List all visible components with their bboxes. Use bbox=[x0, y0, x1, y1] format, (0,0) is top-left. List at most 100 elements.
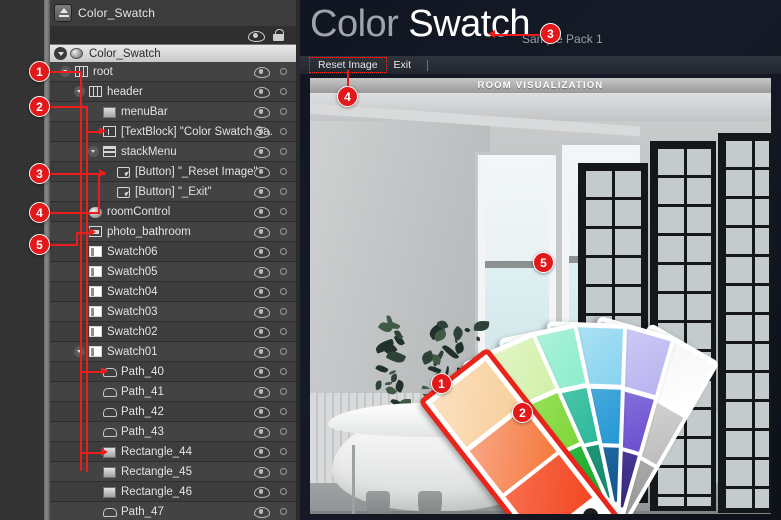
marker-4[interactable]: 4 bbox=[29, 202, 50, 223]
marker-title-3[interactable]: 3 bbox=[540, 23, 561, 44]
lock-toggle-icon[interactable] bbox=[280, 328, 287, 335]
layer-row[interactable]: Rectangle_46 bbox=[50, 482, 296, 502]
lock-toggle-icon[interactable] bbox=[280, 68, 287, 75]
lock-toggle-icon[interactable] bbox=[280, 148, 287, 155]
lock-toggle-icon[interactable] bbox=[280, 408, 287, 415]
lock-toggle-icon[interactable] bbox=[280, 88, 287, 95]
lock-toggle-icon[interactable] bbox=[280, 448, 287, 455]
lock-toggle-icon[interactable] bbox=[280, 308, 287, 315]
callout-spine-1 bbox=[80, 71, 82, 471]
callout-line-1 bbox=[50, 71, 82, 73]
lock-icon[interactable] bbox=[273, 29, 284, 41]
twisty-none-icon[interactable] bbox=[88, 406, 99, 417]
eye-icon[interactable] bbox=[254, 367, 268, 377]
eye-icon[interactable] bbox=[254, 187, 268, 197]
bar-icon bbox=[103, 107, 116, 118]
swatch-icon bbox=[89, 326, 102, 337]
menu-bar: Reset Image Exit bbox=[300, 56, 781, 74]
lock-toggle-icon[interactable] bbox=[280, 348, 287, 355]
eye-icon[interactable] bbox=[254, 107, 268, 117]
marker-5[interactable]: 5 bbox=[29, 234, 50, 255]
marker-reset-4[interactable]: 4 bbox=[337, 86, 358, 107]
callout-branch-5 bbox=[76, 232, 90, 234]
marker-2[interactable]: 2 bbox=[29, 96, 50, 117]
plant-leaf bbox=[376, 381, 382, 390]
twisty-none-icon[interactable] bbox=[88, 106, 99, 117]
panel-title-bar: Color_Swatch bbox=[50, 0, 296, 26]
callout-spine-4 bbox=[98, 173, 100, 212]
eye-icon[interactable] bbox=[254, 467, 268, 477]
panel-header-icons bbox=[50, 26, 296, 44]
lock-toggle-icon[interactable] bbox=[280, 268, 287, 275]
eye-icon[interactable] bbox=[254, 447, 268, 457]
eye-icon[interactable] bbox=[254, 167, 268, 177]
room-photo[interactable] bbox=[310, 93, 771, 514]
lock-toggle-icon[interactable] bbox=[280, 468, 287, 475]
callout-line-title bbox=[494, 34, 542, 36]
lock-toggle-icon[interactable] bbox=[280, 188, 287, 195]
twisty-none-icon[interactable] bbox=[88, 426, 99, 437]
upload-box-icon[interactable] bbox=[54, 4, 72, 22]
eye-icon[interactable] bbox=[254, 507, 268, 517]
layer-row[interactable]: header bbox=[50, 82, 296, 102]
room-visualization: ROOM VISUALIZATION bbox=[310, 78, 771, 514]
eye-icon[interactable] bbox=[254, 387, 268, 397]
breadcrumb[interactable]: Color_Swatch bbox=[50, 44, 296, 62]
eye-icon[interactable] bbox=[254, 127, 268, 137]
marker-1[interactable]: 1 bbox=[29, 61, 50, 82]
path-icon bbox=[103, 386, 116, 397]
lock-toggle-icon[interactable] bbox=[280, 488, 287, 495]
twisty-down-icon[interactable] bbox=[88, 146, 99, 157]
twisty-none-icon[interactable] bbox=[88, 506, 99, 517]
eye-icon[interactable] bbox=[254, 267, 268, 277]
eye-icon[interactable] bbox=[254, 407, 268, 417]
eye-icon[interactable] bbox=[248, 30, 263, 41]
eye-icon[interactable] bbox=[254, 87, 268, 97]
eye-icon[interactable] bbox=[254, 307, 268, 317]
lock-toggle-icon[interactable] bbox=[280, 388, 287, 395]
layer-row[interactable]: root bbox=[50, 62, 296, 82]
chevron-down-icon[interactable] bbox=[54, 47, 67, 60]
eye-icon[interactable] bbox=[254, 347, 268, 357]
lock-toggle-icon[interactable] bbox=[280, 428, 287, 435]
lock-toggle-icon[interactable] bbox=[280, 168, 287, 175]
twisty-none-icon[interactable] bbox=[102, 186, 113, 197]
eye-icon[interactable] bbox=[254, 67, 268, 77]
eye-icon[interactable] bbox=[254, 327, 268, 337]
twisty-none-icon[interactable] bbox=[88, 486, 99, 497]
exit-button[interactable]: Exit bbox=[386, 58, 420, 72]
lock-toggle-icon[interactable] bbox=[280, 288, 287, 295]
lock-toggle-icon[interactable] bbox=[280, 128, 287, 135]
eye-icon[interactable] bbox=[254, 227, 268, 237]
callout-arrow-rect44 bbox=[101, 448, 108, 456]
twisty-none-icon[interactable] bbox=[88, 386, 99, 397]
panel-title-label: Color_Swatch bbox=[78, 6, 155, 20]
eye-icon[interactable] bbox=[254, 147, 268, 157]
twisty-none-icon[interactable] bbox=[88, 466, 99, 477]
callout-line-5 bbox=[50, 244, 78, 246]
eye-icon[interactable] bbox=[254, 427, 268, 437]
lock-toggle-icon[interactable] bbox=[280, 208, 287, 215]
lock-toggle-icon[interactable] bbox=[280, 228, 287, 235]
lock-toggle-icon[interactable] bbox=[280, 108, 287, 115]
lock-toggle-icon[interactable] bbox=[280, 368, 287, 375]
marker-swatch-2[interactable]: 2 bbox=[512, 402, 533, 423]
color-swatch-fan[interactable] bbox=[415, 243, 755, 513]
swatch-icon bbox=[89, 246, 102, 257]
lock-toggle-icon[interactable] bbox=[280, 508, 287, 515]
callout-arrow-5 bbox=[89, 228, 96, 236]
layer-row[interactable]: Path_47 bbox=[50, 502, 296, 520]
marker-fan-1[interactable]: 1 bbox=[431, 373, 452, 394]
title-part-2: Swatch bbox=[408, 3, 530, 45]
button-icon bbox=[117, 187, 130, 198]
marker-3[interactable]: 3 bbox=[29, 163, 50, 184]
callout-branch-2 bbox=[86, 131, 100, 133]
lock-toggle-icon[interactable] bbox=[280, 248, 287, 255]
menu-separator bbox=[427, 60, 428, 71]
eye-icon[interactable] bbox=[254, 287, 268, 297]
marker-photo-5[interactable]: 5 bbox=[533, 252, 554, 273]
eye-icon[interactable] bbox=[254, 487, 268, 497]
callout-arrow-title bbox=[488, 30, 495, 38]
eye-icon[interactable] bbox=[254, 207, 268, 217]
eye-icon[interactable] bbox=[254, 247, 268, 257]
